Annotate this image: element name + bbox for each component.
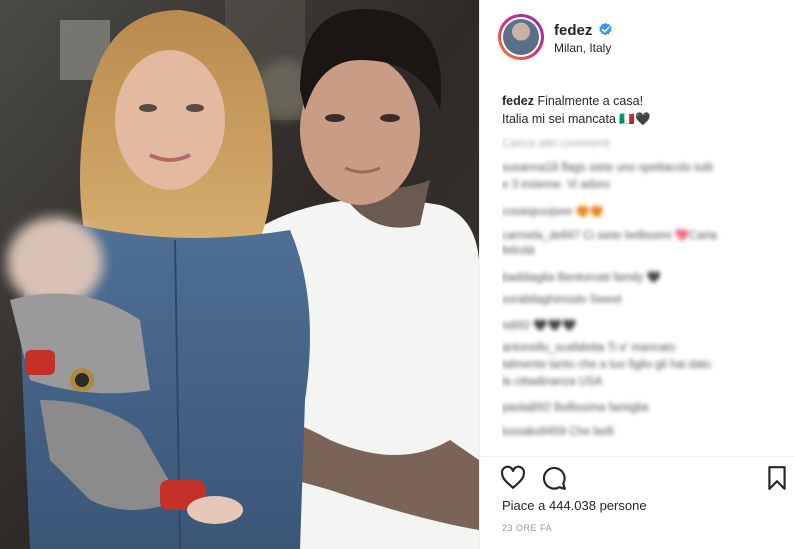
comments-list: Carica altri commenti susanna18 flags si…: [502, 138, 777, 450]
avatar-photo: [503, 19, 539, 55]
avatar[interactable]: [498, 14, 544, 60]
comment-line: paolaB92 Bellissima famiglia: [502, 402, 649, 414]
post-actions-bar: [480, 456, 794, 497]
comment-line: e 3 insieme. Vi adoro: [502, 179, 610, 191]
comment-line: sorabilaghimodo Sweet: [502, 294, 622, 306]
bookmark-icon[interactable]: [764, 465, 790, 491]
caption-text-line2: Italia mi sei mancata 🇮🇹🖤: [502, 112, 651, 126]
likes-count[interactable]: Piace a 444.038 persone: [502, 498, 647, 513]
post-timestamp[interactable]: 23 ORE FA: [502, 523, 552, 533]
comment-line: la cittadinanza USA: [502, 376, 603, 388]
comment-line: odi92 🖤🖤🖤: [502, 320, 577, 332]
comment-line: lussaks8459 Che belli: [502, 426, 614, 438]
post-photo[interactable]: [0, 0, 479, 549]
post-caption: fedez Finalmente a casa! Italia mi sei m…: [502, 92, 782, 128]
caption-username[interactable]: fedez: [502, 94, 534, 108]
comment-line: felicità: [502, 245, 535, 257]
post-side-panel: fedez Milan, Italy fedez Finalmente a ca…: [479, 0, 794, 549]
comment-line: baddiaglia Bentornati family 🖤: [502, 272, 661, 284]
comment-line: carmela_dell47 Ci siete bellissimi 💖Cart…: [502, 230, 718, 242]
comment-line: susanna18 flags siete uno spettacolo tut…: [502, 162, 713, 174]
family-photo-illustration: [0, 0, 479, 549]
comment-line: talmente tanto che a tuo figlio gli hai …: [502, 359, 712, 371]
verified-badge-icon: [599, 22, 612, 36]
comment-line: cosaspuojsee 😍😍: [502, 206, 605, 218]
caption-text-line1: Finalmente a casa!: [537, 94, 644, 108]
username-link[interactable]: fedez: [554, 22, 592, 39]
heart-icon[interactable]: [500, 465, 526, 491]
avatar-image: [501, 17, 541, 57]
post-header: fedez Milan, Italy: [480, 0, 794, 76]
location-link[interactable]: Milan, Italy: [554, 41, 611, 55]
comment-line: antonello_scafaletta Ti e' mancato: [502, 342, 676, 354]
comment-bubble-icon[interactable]: [541, 465, 567, 491]
load-more-comments-link[interactable]: Carica altri commenti: [502, 138, 610, 150]
